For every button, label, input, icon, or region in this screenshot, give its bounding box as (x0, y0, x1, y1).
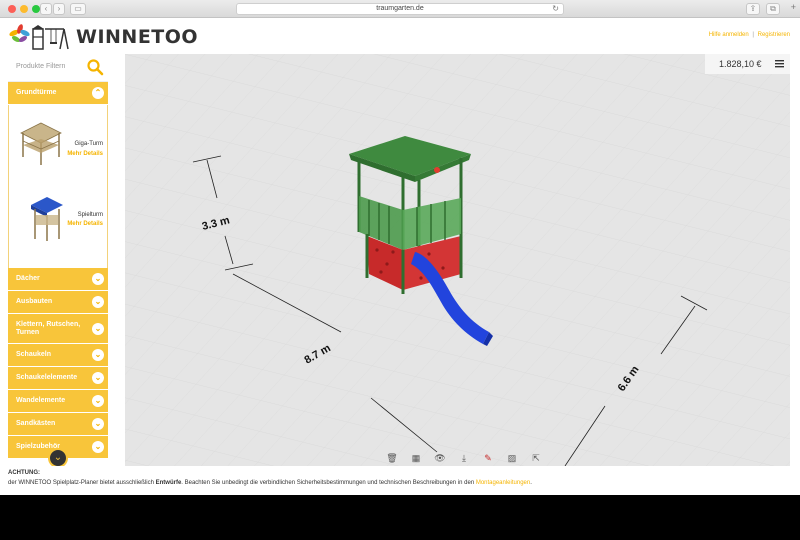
chevron-down-icon: ⌄ (92, 349, 104, 361)
product-filter[interactable]: Produkte Filtern (8, 54, 108, 82)
total-price: 1.828,10 € (719, 59, 762, 69)
back-button[interactable]: ‹ (40, 3, 52, 15)
sidebar-toggle-icon[interactable]: ▭ (70, 3, 86, 15)
category-grundtuerme[interactable]: Grundtürme ⌃ (8, 82, 108, 105)
chevron-down-icon: ⌄ (92, 296, 104, 308)
new-tab-icon[interactable]: + (791, 2, 796, 12)
reload-icon[interactable]: ↻ (552, 4, 559, 14)
close-window-button[interactable] (8, 5, 16, 13)
product-details-link[interactable]: Mehr Details (67, 151, 103, 157)
logo[interactable]: WINNETOO (8, 23, 198, 51)
chevron-up-icon: ⌃ (92, 87, 104, 99)
giga-turm-thumbnail (20, 122, 62, 165)
disclaimer-heading: ACHTUNG: (8, 470, 40, 476)
product-sidebar: Produkte Filtern Grundtürme ⌃ Giga-Turm … (8, 54, 108, 468)
search-icon[interactable] (86, 58, 104, 76)
manuals-link[interactable]: Montageanleitungen (476, 480, 530, 486)
chevron-down-icon: ⌄ (92, 418, 104, 430)
share-browser-icon[interactable]: ⇪ (746, 3, 760, 15)
page: WINNETOO Hilfe anmelden | Registrieren P… (0, 18, 800, 495)
category-label: Wandelemente (16, 397, 66, 404)
category-schaukeln[interactable]: Schaukeln ⌄ (8, 344, 108, 367)
share-icon[interactable]: ⇱ (524, 450, 548, 466)
spielturm-thumbnail (31, 197, 63, 241)
browser-toolbar: ‹ › ▭ traumgarten.de ↻ ⇪ ⧉ + (0, 0, 800, 18)
logo-icon (9, 24, 69, 50)
scene-toolbar: 🗑 ▦ 👁 ⤓ ✎ ▨ ⇱ (380, 450, 548, 466)
url-text: traumgarten.de (376, 5, 424, 12)
minimize-window-button[interactable] (20, 5, 28, 13)
chevron-down-icon: ⌄ (92, 372, 104, 384)
site-header: WINNETOO Hilfe anmelden | Registrieren (0, 18, 800, 54)
category-label: Dächer (16, 275, 40, 282)
eye-icon[interactable]: 👁 (428, 450, 452, 466)
chevron-down-icon: ⌄ (92, 441, 104, 453)
category-schaukelelemente[interactable]: Schaukelelemente ⌄ (8, 367, 108, 390)
brand-name: WINNETOO (76, 26, 199, 48)
category-daecher[interactable]: Dächer ⌄ (8, 268, 108, 291)
product-name: Spielturm (77, 212, 103, 218)
disclaimer-text-part: der WINNETOO Spielplatz-Planer bietet au… (8, 480, 156, 486)
auth-links: Hilfe anmelden | Registrieren (709, 32, 790, 38)
category-label: Schaukelelemente (16, 374, 78, 381)
category-label: Sandkästen (16, 420, 56, 427)
product-list: Giga-Turm Mehr Details Spielturm Mehr De… (8, 105, 108, 268)
disclaimer: ACHTUNG: der WINNETOO Spielplatz-Planer … (0, 466, 800, 495)
register-link[interactable]: Registrieren (758, 32, 790, 38)
product-details-link[interactable]: Mehr Details (67, 221, 103, 227)
planner-viewport[interactable]: 3.3 m 8.7 m 6.6 m 1.828,10 € 🗑 ▦ 👁 ⤓ ✎ ▨… (125, 54, 790, 466)
product-spielturm[interactable]: Spielturm Mehr Details (9, 193, 107, 253)
address-bar[interactable]: traumgarten.de ↻ (236, 3, 564, 15)
grid-icon[interactable]: ▦ (404, 450, 428, 466)
image-icon[interactable]: ▨ (500, 450, 524, 466)
zoom-window-button[interactable] (32, 5, 40, 13)
category-sandkaesten[interactable]: Sandkästen ⌄ (8, 413, 108, 436)
category-label: Schaukeln (16, 351, 52, 358)
scroll-down-button[interactable]: ⌄ (48, 448, 68, 468)
category-label: Ausbauten (16, 298, 53, 305)
category-wandelemente[interactable]: Wandelemente ⌄ (8, 390, 108, 413)
chevron-down-icon: ⌄ (92, 395, 104, 407)
product-name: Giga-Turm (74, 141, 103, 147)
price-panel: 1.828,10 € (705, 54, 790, 74)
brush-icon[interactable]: ✎ (476, 450, 500, 466)
category-label: Klettern, Rutschen, Turnen (16, 320, 81, 336)
auth-separator: | (752, 32, 754, 38)
filter-input[interactable]: Produkte Filtern (16, 63, 65, 70)
category-klettern[interactable]: Klettern, Rutschen, Turnen ⌄ (8, 314, 108, 344)
disclaimer-text-part: . Beachten Sie unbedingt die verbindlich… (181, 480, 476, 486)
product-giga-turm[interactable]: Giga-Turm Mehr Details (9, 119, 107, 179)
login-link[interactable]: Hilfe anmelden (709, 32, 749, 38)
disclaimer-text: der WINNETOO Spielplatz-Planer bietet au… (8, 480, 792, 486)
forward-button[interactable]: › (53, 3, 65, 15)
scene-canvas[interactable]: 3.3 m 8.7 m 6.6 m (125, 54, 790, 466)
category-label: Grundtürme (16, 89, 57, 96)
category-ausbauten[interactable]: Ausbauten ⌄ (8, 291, 108, 314)
tabs-icon[interactable]: ⧉ (766, 3, 780, 15)
delete-icon[interactable]: 🗑 (380, 450, 404, 466)
chevron-down-icon: ⌄ (92, 323, 104, 335)
download-icon[interactable]: ⤓ (452, 450, 476, 466)
hamburger-menu-icon[interactable] (775, 59, 784, 68)
chevron-down-icon: ⌄ (92, 273, 104, 285)
disclaimer-end: . (530, 480, 532, 486)
disclaimer-bold: Entwürfe (155, 480, 182, 486)
